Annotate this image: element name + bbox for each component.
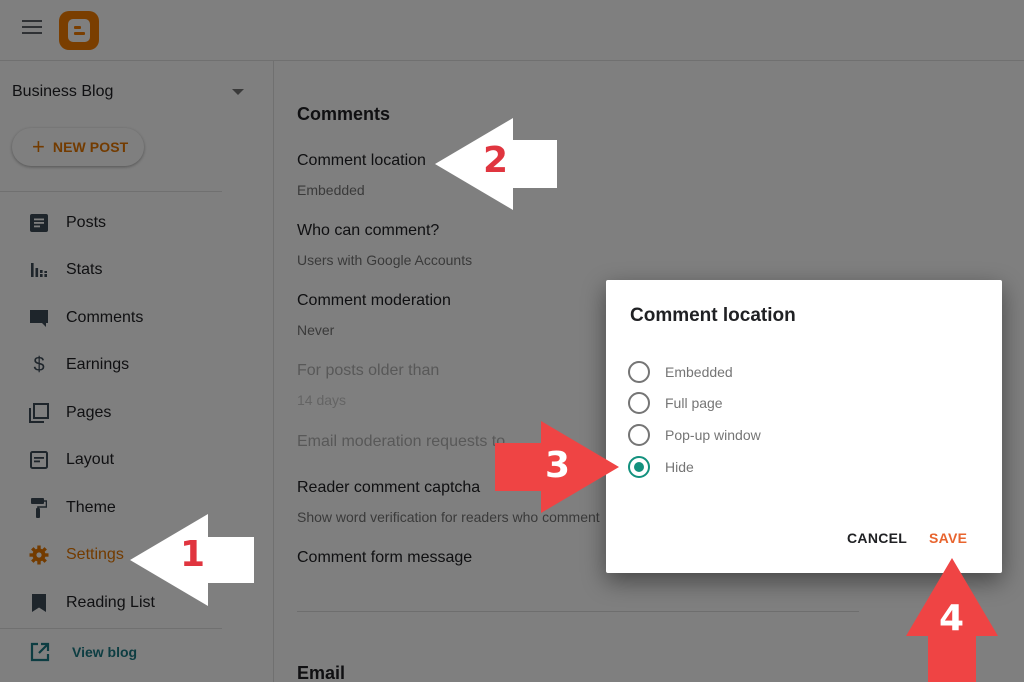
- radio-option-hide[interactable]: Hide: [628, 454, 694, 480]
- annotation-number: 1: [180, 534, 206, 575]
- radio-checked-icon: [628, 456, 650, 478]
- radio-label: Embedded: [665, 364, 733, 380]
- annotation-number: 2: [483, 140, 509, 181]
- radio-unchecked-icon: [628, 392, 650, 414]
- radio-unchecked-icon: [628, 361, 650, 383]
- radio-label: Hide: [665, 459, 694, 475]
- radio-label: Pop-up window: [665, 427, 761, 443]
- radio-unchecked-icon: [628, 424, 650, 446]
- radio-option-popup-window[interactable]: Pop-up window: [628, 422, 761, 448]
- radio-label: Full page: [665, 395, 723, 411]
- annotation-number: 4: [939, 598, 965, 639]
- radio-option-embedded[interactable]: Embedded: [628, 359, 733, 385]
- comment-location-dialog: Comment location Embedded Full page Pop-…: [606, 280, 1002, 573]
- radio-option-full-page[interactable]: Full page: [628, 390, 723, 416]
- dialog-title: Comment location: [630, 305, 796, 326]
- cancel-button[interactable]: CANCEL: [847, 530, 907, 546]
- annotation-arrow-4: 4: [906, 558, 998, 682]
- annotation-arrow-1: 1: [130, 514, 256, 606]
- save-button[interactable]: SAVE: [929, 530, 967, 546]
- annotation-arrow-3: 3: [495, 421, 621, 513]
- annotation-arrow-2: 2: [435, 118, 559, 210]
- annotation-number: 3: [545, 445, 571, 486]
